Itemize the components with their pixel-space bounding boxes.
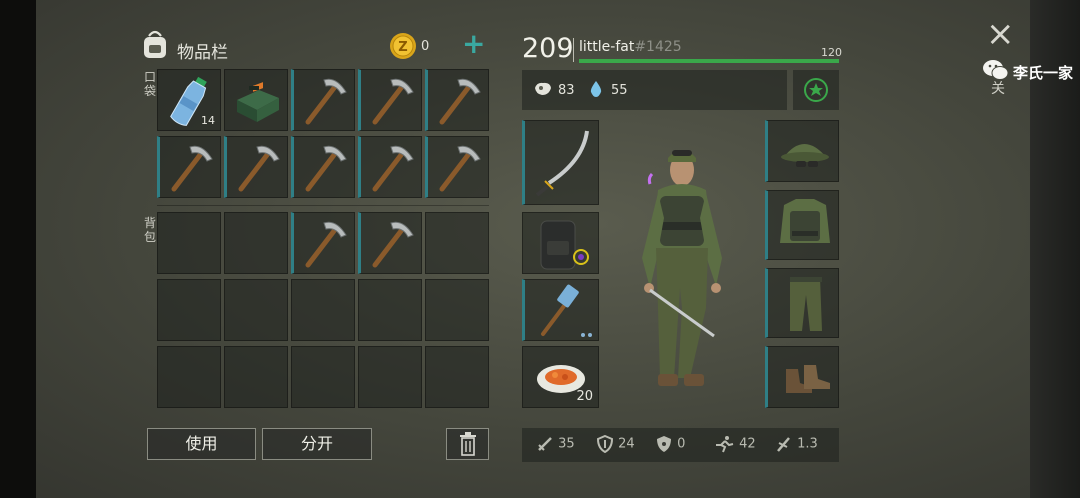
pocket-slot-7[interactable] (224, 136, 288, 198)
food-qty: 20 (576, 389, 593, 404)
head-slot[interactable] (765, 120, 839, 182)
pocket-slot-1-qty: 14 (201, 114, 215, 127)
header-divider (573, 38, 574, 62)
hunger-icon (533, 80, 553, 102)
pickaxe-icon (305, 78, 347, 125)
radiation-shield-icon (657, 436, 671, 452)
defense-stat: 24 (596, 434, 635, 454)
weight-value: 1.3 (797, 436, 818, 452)
weight-stat: 1.3 (775, 435, 818, 453)
player-tag: #1425 (634, 39, 682, 55)
pocket-slot-9[interactable] (358, 136, 422, 198)
pickaxe-icon (305, 221, 347, 268)
backpack-slot-12[interactable] (224, 346, 288, 408)
star-icon (804, 78, 828, 102)
green-case-icon (237, 82, 279, 122)
shield-icon (596, 434, 614, 454)
backpack-slot-6[interactable] (157, 279, 221, 341)
health-bar (579, 59, 839, 63)
backpack-equip-slot[interactable] (522, 212, 599, 274)
backpack-slot-10[interactable] (425, 279, 489, 341)
pickaxe-icon (372, 78, 414, 125)
close-button[interactable]: × (986, 16, 1015, 52)
running-icon (716, 436, 734, 453)
pocket-slot-10[interactable] (425, 136, 489, 198)
boots-icon (786, 365, 830, 393)
backpack-slot-1[interactable] (157, 212, 221, 274)
backpack-slot-14[interactable] (358, 346, 422, 408)
pocket-slot-1[interactable]: 14 (157, 69, 221, 131)
pickaxe-icon (238, 145, 280, 192)
trash-button[interactable] (446, 428, 489, 460)
svg-text:Z: Z (398, 40, 407, 55)
hand-weapon-icon (777, 437, 790, 452)
camo-helmet-icon (781, 144, 829, 167)
tool-slot[interactable] (522, 279, 599, 341)
radiation-stat: 0 (655, 435, 685, 453)
sword-icon (538, 437, 552, 451)
pickaxe-icon (439, 78, 481, 125)
backpack-label: 背包 (143, 216, 156, 244)
pocket-slot-3[interactable] (291, 69, 355, 131)
radiation-value: 0 (677, 436, 686, 452)
backpack-slot-3[interactable] (291, 212, 355, 274)
add-coins-button[interactable]: + (462, 28, 485, 60)
backpack-slot-11[interactable] (157, 346, 221, 408)
feet-slot[interactable] (765, 346, 839, 408)
attack-stat: 35 (536, 435, 575, 453)
camo-vest-icon (780, 199, 830, 243)
pickaxe-icon (439, 145, 481, 192)
backpack-slot-5[interactable] (425, 212, 489, 274)
pocket-divider (157, 205, 489, 206)
backpack-slot-7[interactable] (224, 279, 288, 341)
inventory-title: 物品栏 (177, 43, 228, 63)
hunger-value: 83 (558, 83, 575, 98)
coin-count: 0 (421, 39, 430, 54)
player-level: 209 (522, 33, 574, 64)
player-character (622, 138, 742, 412)
torso-slot[interactable] (765, 190, 839, 260)
backpack-slot-2[interactable] (224, 212, 288, 274)
camo-pants-icon (790, 277, 822, 331)
left-edge (0, 0, 36, 498)
split-button[interactable]: 分开 (262, 428, 372, 460)
favorite-button[interactable] (793, 70, 839, 110)
backpack-slot-9[interactable] (358, 279, 422, 341)
pocket-slot-5[interactable] (425, 69, 489, 131)
defense-value: 24 (618, 436, 635, 452)
thirst-value: 55 (611, 83, 628, 98)
speed-value: 42 (739, 436, 756, 452)
pickaxe-icon (372, 145, 414, 192)
wechat-icon (982, 58, 1010, 86)
food-slot[interactable]: 20 (522, 346, 599, 408)
pickaxe-icon (171, 145, 213, 192)
trash-icon (459, 432, 476, 456)
backpack-icon (141, 28, 169, 64)
watermark-text: 李氏一家 (1013, 64, 1074, 82)
weapon-slot[interactable] (522, 120, 599, 205)
pocket-slot-6[interactable] (157, 136, 221, 198)
backpack-slot-4[interactable] (358, 212, 422, 274)
use-button[interactable]: 使用 (147, 428, 256, 460)
coin-icon: Z (389, 32, 417, 64)
speed-stat: 42 (713, 435, 756, 453)
thirst-icon (589, 80, 603, 102)
health-value: 120 (821, 46, 842, 59)
pocket-slot-4[interactable] (358, 69, 422, 131)
backpack-slot-13[interactable] (291, 346, 355, 408)
legs-slot[interactable] (765, 268, 839, 338)
backpack-slot-15[interactable] (425, 346, 489, 408)
pocket-label: 口袋 (143, 70, 156, 98)
katana-icon (535, 130, 589, 197)
backpack-slot-8[interactable] (291, 279, 355, 341)
attack-value: 35 (558, 436, 575, 452)
pocket-slot-8[interactable] (291, 136, 355, 198)
tactical-backpack-icon (540, 220, 589, 270)
pocket-slot-2[interactable] (224, 69, 288, 131)
sledgehammer-icon (541, 284, 592, 337)
player-name: little-fat (579, 39, 635, 55)
pickaxe-icon (372, 221, 414, 268)
pickaxe-icon (305, 145, 347, 192)
player-name-row: little-fat#1425 (579, 39, 682, 55)
